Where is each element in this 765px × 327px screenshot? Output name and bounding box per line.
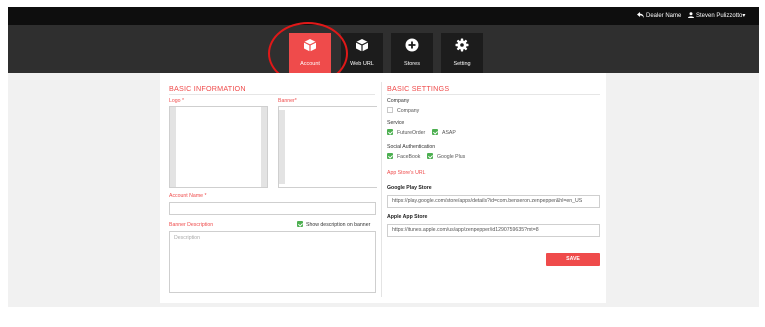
asap-label: ASAP xyxy=(442,130,456,136)
tab-stores[interactable]: Stores xyxy=(391,33,433,73)
top-bar: Dealer Name Steven Pulizzotto▾ xyxy=(8,7,759,25)
asap-checkbox[interactable] xyxy=(432,129,438,135)
banner-label: Banner* xyxy=(278,98,297,104)
user-name-text: Steven Pulizzotto xyxy=(696,13,743,19)
tab-setting-label: Setting xyxy=(453,61,471,67)
apple-store-label: Apple App Store xyxy=(387,214,428,220)
show-description-checkbox[interactable] xyxy=(297,221,303,227)
caret-down-icon: ▾ xyxy=(742,13,746,19)
facebook-checkbox[interactable] xyxy=(387,153,393,159)
google-plus-label: Google Plus xyxy=(437,154,466,160)
apple-store-url-input[interactable]: https://itunes.apple.com/us/app/zenpeppe… xyxy=(387,224,600,237)
google-plus-checkbox[interactable] xyxy=(427,153,433,159)
heading-rule xyxy=(387,94,600,95)
google-play-label: Google Play Store xyxy=(387,185,432,191)
tab-stores-label: Stores xyxy=(404,61,420,67)
company-checkbox[interactable] xyxy=(387,107,393,113)
show-description-label: Show description on banner xyxy=(306,222,371,228)
save-button[interactable]: SAVE xyxy=(546,253,600,266)
social-authentication-label: Social Authentication xyxy=(387,144,436,150)
account-name-input[interactable] xyxy=(169,202,376,215)
banner-description-label: Banner Description xyxy=(169,222,214,228)
basic-information-heading: BASIC INFORMATION xyxy=(169,84,246,93)
logo-upload[interactable] xyxy=(169,106,268,188)
scrollbar[interactable] xyxy=(170,107,176,187)
account-name-label: Account Name * xyxy=(169,193,207,199)
cube-icon xyxy=(355,39,369,52)
google-play-url-input[interactable]: https://play.google.com/store/apps/detai… xyxy=(387,195,600,208)
facebook-label: FaceBook xyxy=(397,154,421,160)
company-option-label: Company xyxy=(397,108,420,114)
user-icon xyxy=(688,12,694,18)
gear-icon xyxy=(455,38,469,52)
service-label: Service xyxy=(387,120,405,126)
scrollbar[interactable] xyxy=(261,107,267,187)
user-menu[interactable]: Steven Pulizzotto▾ xyxy=(688,11,745,21)
dealer-name-link[interactable]: Dealer Name xyxy=(637,11,681,21)
logo-label: Logo * xyxy=(169,98,185,104)
company-label: Company xyxy=(387,98,410,104)
module-nav-bar: Account Web URL Stores Setting xyxy=(8,25,759,73)
column-divider xyxy=(381,82,382,297)
description-placeholder: Description xyxy=(174,235,200,241)
description-textarea[interactable]: Description xyxy=(169,231,376,293)
banner-upload[interactable] xyxy=(278,106,377,188)
reply-icon xyxy=(637,12,644,18)
app-store-url-label: App Store's URL xyxy=(387,170,426,176)
scrollbar[interactable] xyxy=(279,110,285,184)
heading-rule xyxy=(169,94,375,95)
futureorder-checkbox[interactable] xyxy=(387,129,393,135)
basic-settings-heading: BASIC SETTINGS xyxy=(387,84,450,93)
futureorder-label: FutureOrder xyxy=(397,130,426,136)
dealer-name-text: Dealer Name xyxy=(646,13,682,19)
plus-circle-icon xyxy=(405,38,419,52)
tab-web-url-label: Web URL xyxy=(350,61,374,67)
tab-setting[interactable]: Setting xyxy=(441,33,483,73)
